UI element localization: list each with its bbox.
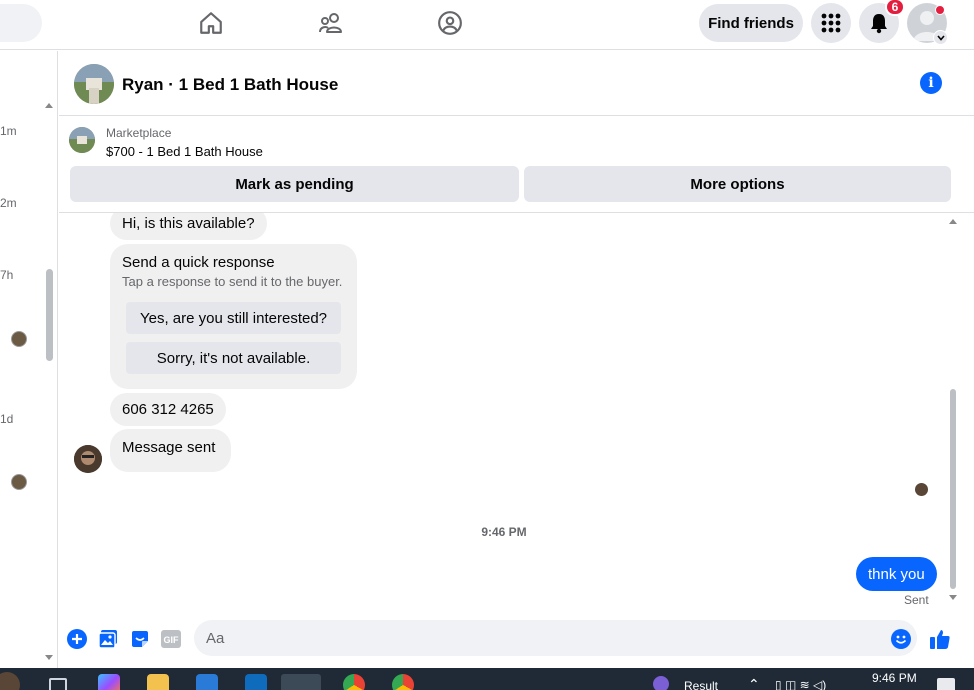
chat-title[interactable]: Ryan · 1 Bed 1 Bath House	[122, 75, 338, 95]
listing-price-title[interactable]: $700 - 1 Bed 1 Bath House	[106, 144, 263, 159]
groups-icon[interactable]	[433, 8, 467, 38]
message-bubble: 606 312 4265	[110, 393, 226, 426]
notification-center-icon[interactable]	[937, 678, 955, 690]
taskbar-result-label: Result	[684, 679, 719, 690]
message-thread-scrollbar[interactable]	[949, 213, 961, 608]
account-alert-dot	[935, 5, 945, 15]
info-icon[interactable]: i	[920, 72, 942, 94]
conversation-time: 2m	[0, 196, 17, 210]
seen-avatar	[915, 483, 928, 496]
marketplace-banner: Marketplace $700 - 1 Bed 1 Bath House Ma…	[59, 117, 974, 213]
os-taskbar: Result ⌃ ▯ ◫ ≋ ◁) 9:46 PM	[0, 668, 974, 690]
emoji-icon[interactable]	[890, 628, 912, 650]
message-input[interactable]	[194, 620, 917, 656]
quick-response-option[interactable]: Sorry, it's not available.	[126, 342, 341, 374]
add-more-icon[interactable]	[66, 628, 88, 650]
scroll-up-arrow-icon[interactable]	[949, 219, 957, 224]
conversation-time: 7h	[0, 268, 14, 282]
top-navigation-bar: Find friends 6	[0, 0, 974, 50]
search-bar[interactable]	[0, 4, 42, 42]
scroll-up-arrow-icon[interactable]	[45, 103, 53, 108]
store-icon[interactable]	[196, 674, 218, 690]
sticker-icon[interactable]	[129, 628, 151, 650]
message-thread: Hi, is this available? Send a quick resp…	[59, 213, 949, 613]
quick-response-card: Send a quick response Tap a response to …	[110, 244, 357, 389]
notification-badge: 6	[885, 0, 905, 16]
chat-header: Ryan · 1 Bed 1 Bath House i	[59, 51, 974, 116]
mark-as-pending-button[interactable]: Mark as pending	[70, 166, 519, 202]
conversation-list-scrollbar[interactable]	[46, 269, 53, 361]
message-composer: GIF	[59, 614, 974, 666]
listing-thumbnail[interactable]	[69, 127, 95, 153]
message-timestamp: 9:46 PM	[481, 525, 527, 539]
svg-text:GIF: GIF	[164, 635, 180, 645]
task-view-icon[interactable]	[49, 678, 67, 690]
result-icon[interactable]	[653, 676, 669, 690]
account-menu-chevron-icon[interactable]	[933, 30, 948, 45]
message-bubble: Hi, is this available?	[110, 213, 267, 240]
copilot-icon[interactable]	[98, 674, 120, 690]
more-options-button[interactable]: More options	[524, 166, 951, 202]
scrollbar-thumb[interactable]	[950, 389, 956, 589]
scroll-down-arrow-icon[interactable]	[949, 595, 957, 600]
home-icon[interactable]	[194, 8, 228, 38]
seen-avatar	[11, 331, 27, 347]
listing-thumbnail[interactable]	[74, 64, 114, 104]
taskbar-clock[interactable]: 9:46 PM	[872, 671, 917, 685]
thumbs-up-icon[interactable]	[929, 628, 951, 650]
outgoing-message-bubble: thnk you	[856, 557, 937, 591]
bell-icon	[871, 14, 887, 34]
message-status: Sent	[904, 593, 929, 607]
active-app-icon[interactable]	[281, 674, 321, 690]
scroll-down-arrow-icon[interactable]	[45, 655, 53, 660]
chrome-icon[interactable]	[343, 674, 365, 690]
chrome-icon[interactable]	[392, 674, 414, 690]
conversation-time: 1d	[0, 412, 14, 426]
buyer-avatar[interactable]	[74, 445, 102, 473]
file-explorer-icon[interactable]	[147, 674, 169, 690]
quick-response-option[interactable]: Yes, are you still interested?	[126, 302, 341, 334]
tray-icons[interactable]: ▯ ◫ ≋ ◁)	[775, 678, 826, 690]
taskbar-avatar[interactable]	[0, 672, 20, 690]
message-bubble: Message sent	[110, 429, 232, 472]
tray-chevron-up-icon[interactable]: ⌃	[748, 676, 760, 690]
quick-response-title: Send a quick response	[122, 254, 275, 271]
attach-photo-icon[interactable]	[97, 628, 119, 650]
gif-icon[interactable]: GIF	[160, 628, 182, 650]
find-friends-button[interactable]: Find friends	[699, 4, 803, 42]
quick-response-subtitle: Tap a response to send it to the buyer.	[122, 274, 343, 289]
marketplace-label: Marketplace	[106, 126, 172, 140]
menu-grid-button[interactable]	[811, 3, 851, 43]
outlook-icon[interactable]	[245, 674, 267, 690]
grid-icon	[821, 13, 841, 33]
conversation-list: 1m 2m 7h 1d	[0, 51, 58, 668]
seen-avatar	[11, 474, 27, 490]
conversation-time: 1m	[0, 124, 17, 138]
friends-icon[interactable]	[314, 8, 348, 38]
